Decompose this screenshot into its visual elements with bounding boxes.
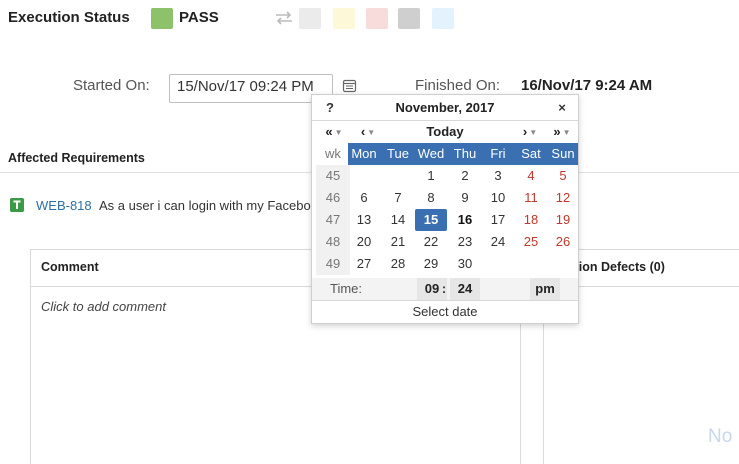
calendar-day-tue[interactable]: 21 (382, 231, 414, 253)
calendar-day-thu[interactable]: 23 (449, 231, 481, 253)
calendar-day-fri[interactable]: 24 (482, 231, 514, 253)
week-number: 46 (316, 187, 350, 209)
calendar-day-mon[interactable]: 27 (348, 253, 380, 275)
weekday-sat: Sat (521, 146, 541, 161)
calendar-day-wed[interactable]: 15 (415, 209, 447, 231)
calendar-empty-cell (348, 165, 380, 187)
requirement-summary: As a user i can login with my Facebo (99, 198, 311, 213)
today-button[interactable]: Today (402, 121, 488, 143)
weekday-wed: Wed (417, 146, 445, 161)
status-swatch-unexecuted[interactable] (299, 8, 321, 29)
prev-year-button[interactable]: «▼ (320, 121, 348, 143)
calendar-day-wed[interactable]: 8 (415, 187, 447, 209)
calendar-day-mon[interactable]: 6 (348, 187, 380, 209)
requirement-link[interactable]: WEB-818 (36, 198, 92, 213)
calendar-icon[interactable] (342, 78, 357, 93)
weekday-mon: Mon (351, 146, 377, 161)
calendar-day-wed[interactable]: 1 (415, 165, 447, 187)
calendar-empty-cell (482, 253, 514, 275)
add-comment-area[interactable]: Click to add comment (41, 299, 166, 314)
calendar-day-tue[interactable]: 28 (382, 253, 414, 275)
calendar-empty-cell (515, 253, 547, 275)
finished-on-label: Finished On: (415, 77, 501, 94)
calendar-day-wed[interactable]: 22 (415, 231, 447, 253)
weekday-header: wk Mon Tue Wed Thu Fri Sat Sun (312, 143, 578, 165)
calendar-day-sun[interactable]: 26 (547, 231, 579, 253)
requirement-type-icon (10, 198, 24, 212)
calendar-week-row: 48 20 21 22 23 24 25 26 (312, 231, 578, 253)
calendar-empty-cell (382, 165, 414, 187)
calendar-day-thu[interactable]: 16 (449, 209, 481, 231)
week-number: 49 (316, 253, 350, 275)
time-label: Time: (330, 281, 363, 296)
next-year-button[interactable]: » ▼ (548, 121, 576, 143)
pass-status-swatch[interactable] (151, 8, 173, 29)
started-on-input[interactable]: 15/Nov/17 09:24 PM (169, 74, 333, 103)
swap-arrows-icon[interactable] (273, 9, 295, 27)
calendar-day-fri[interactable]: 17 (482, 209, 514, 231)
weekday-thu: Thu (453, 146, 477, 161)
calendar-title-bar: ? November, 2017 × (312, 97, 578, 119)
weekday-sun: Sun (551, 146, 575, 161)
status-swatch-wip[interactable] (333, 8, 355, 29)
time-row: Time: 09 : 24 pm (312, 278, 578, 300)
week-number: 48 (316, 231, 350, 253)
calendar-day-sun[interactable]: 19 (547, 209, 579, 231)
calendar-day-wed[interactable]: 29 (415, 253, 447, 275)
started-on-label: Started On: (73, 77, 150, 94)
calendar-day-tue[interactable]: 14 (382, 209, 414, 231)
calendar-week-row: 46 6 7 8 9 10 11 12 (312, 187, 578, 209)
calendar-day-fri[interactable]: 3 (482, 165, 514, 187)
calendar-day-thu[interactable]: 30 (449, 253, 481, 275)
calendar-empty-cell (547, 253, 579, 275)
calendar-week-row: 47 13 14 15 16 17 18 19 (312, 209, 578, 231)
week-number: 47 (316, 209, 350, 231)
calendar-day-tue[interactable]: 7 (382, 187, 414, 209)
comment-title: Comment (41, 260, 99, 274)
prev-month-button[interactable]: ‹ ▼ (354, 121, 382, 143)
calendar-day-sat[interactable]: 4 (515, 165, 547, 187)
calendar-day-sun[interactable]: 12 (547, 187, 579, 209)
week-number-header: wk (325, 146, 341, 161)
status-swatch-fail[interactable] (366, 8, 388, 29)
no-defects-text: No (708, 426, 733, 447)
finished-on-value: 16/Nov/17 9:24 AM (521, 77, 653, 94)
calendar-month-title: November, 2017 (395, 100, 495, 115)
status-swatch-other[interactable] (432, 8, 454, 29)
minute-input[interactable]: 24 (450, 278, 480, 300)
calendar-day-thu[interactable]: 2 (449, 165, 481, 187)
select-date-button[interactable]: Select date (312, 301, 578, 323)
date-picker-popup: ? November, 2017 × «▼ ‹ ▼ Today › ▼ » ▼ wk … (311, 94, 579, 324)
week-number: 45 (316, 165, 350, 187)
weekday-tue: Tue (387, 146, 409, 161)
calendar-day-fri[interactable]: 10 (482, 187, 514, 209)
affected-requirements-title: Affected Requirements (8, 151, 145, 165)
weekday-fri: Fri (490, 146, 506, 161)
calendar-close-button[interactable]: × (552, 97, 572, 119)
calendar-week-row: 49 27 28 29 30 (312, 253, 578, 275)
status-swatch-blocked[interactable] (398, 8, 420, 29)
calendar-day-sat[interactable]: 11 (515, 187, 547, 209)
execution-status-value: PASS (179, 9, 219, 26)
calendar-help-button[interactable]: ? (322, 97, 338, 119)
execution-status-label: Execution Status (8, 9, 130, 26)
calendar-day-mon[interactable]: 13 (348, 209, 380, 231)
ampm-toggle[interactable]: pm (530, 278, 560, 300)
calendar-day-sat[interactable]: 18 (515, 209, 547, 231)
calendar-day-mon[interactable]: 20 (348, 231, 380, 253)
time-separator: : (441, 281, 447, 296)
calendar-day-sun[interactable]: 5 (547, 165, 579, 187)
next-month-button[interactable]: › ▼ (516, 121, 544, 143)
calendar-day-sat[interactable]: 25 (515, 231, 547, 253)
calendar-nav-bar: «▼ ‹ ▼ Today › ▼ » ▼ (312, 121, 578, 143)
calendar-day-thu[interactable]: 9 (449, 187, 481, 209)
calendar-week-row: 45 1 2 3 4 5 (312, 165, 578, 187)
